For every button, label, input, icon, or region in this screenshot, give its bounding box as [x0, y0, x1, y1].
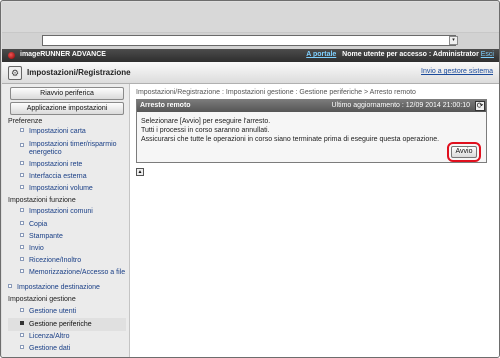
bullet-icon	[20, 221, 24, 225]
bullet-icon	[20, 308, 24, 312]
page-title: Impostazioni/Registrazione	[27, 68, 131, 77]
sidebar-item-user-management[interactable]: Gestione utenti	[8, 305, 126, 318]
start-button[interactable]: Avvio	[451, 146, 477, 158]
message-line: Selezionare [Avvio] per eseguire l'arres…	[141, 118, 271, 125]
message-line: Tutti i processi in corso saranno annull…	[141, 127, 270, 134]
bullet-icon	[20, 245, 24, 249]
portal-link[interactable]: A portale	[306, 51, 336, 58]
address-bar-row: ▾	[2, 33, 499, 49]
bullet-icon	[20, 128, 24, 132]
bullet-icon	[20, 185, 24, 189]
logout-link[interactable]: Esci	[481, 51, 494, 58]
bullet-icon	[20, 173, 24, 177]
breadcrumb: Impostazioni/Registrazione : Impostazion…	[136, 89, 416, 96]
login-user-text: Nome utente per accesso : Administrator	[342, 51, 479, 58]
section-preferences: Preferenze	[8, 118, 43, 125]
bullet-icon	[20, 208, 24, 212]
app-header: imageRUNNER ADVANCE A portale Nome utent…	[2, 49, 499, 62]
bullet-icon	[20, 143, 24, 147]
back-to-top-icon[interactable]: ▲	[136, 168, 144, 176]
panel-message: Selezionare [Avvio] per eseguire l'arres…	[141, 117, 439, 144]
remote-shutdown-panel: Arresto remoto Ultimo aggiornamento : 12…	[136, 99, 487, 163]
panel-title: Arresto remoto	[140, 102, 191, 109]
main-content: Impostazioni/Registrazione : Impostazion…	[130, 84, 499, 357]
header-user-area: A portale Nome utente per accesso : Admi…	[306, 51, 494, 58]
sidebar-item-timer-energy[interactable]: Impostazioni timer/risparmio energetico	[8, 139, 126, 157]
restart-device-button[interactable]: Riavvio periferica	[10, 87, 124, 100]
bullet-icon	[20, 345, 24, 349]
sidebar: Riavvio periferica Applicazione impostaz…	[2, 84, 130, 357]
title-bar: ⚙ Impostazioni/Registrazione Invio a ges…	[2, 62, 499, 84]
browser-toolbar	[2, 2, 499, 33]
section-management-settings: Impostazioni gestione	[8, 296, 76, 303]
refresh-icon[interactable]: ⟳	[475, 101, 485, 111]
sidebar-item-paper-settings[interactable]: Impostazioni carta	[8, 125, 126, 138]
bullet-icon	[20, 161, 24, 165]
message-line: Assicurarsi che tutte le operazioni in c…	[141, 136, 440, 143]
panel-header: Arresto remoto Ultimo aggiornamento : 12…	[137, 100, 486, 112]
canon-logo-icon	[8, 52, 15, 59]
apply-settings-button[interactable]: Applicazione impostazioni	[10, 102, 124, 115]
address-dropdown-icon[interactable]: ▾	[449, 36, 458, 45]
product-name: imageRUNNER ADVANCE	[20, 51, 106, 58]
bullet-icon	[20, 269, 24, 273]
sidebar-item-destination-settings[interactable]: Impostazione destinazione	[8, 281, 126, 294]
bullet-icon	[8, 284, 12, 288]
bullet-icon	[20, 257, 24, 261]
address-input[interactable]	[42, 35, 456, 46]
browser-window: ▾ imageRUNNER ADVANCE A portale Nome ute…	[0, 0, 500, 358]
sidebar-item-storage-access[interactable]: Memorizzazione/Accesso a file	[8, 266, 126, 279]
sidebar-item-common-settings[interactable]: Impostazioni comuni	[8, 205, 126, 218]
bullet-icon	[20, 321, 24, 325]
last-updated-text: Ultimo aggiornamento : 12/09 2014 21:00:…	[331, 102, 470, 109]
section-function-settings: Impostazioni funzione	[8, 197, 76, 204]
system-manager-link[interactable]: Invio a gestore sistema	[421, 68, 493, 75]
settings-icon: ⚙	[8, 66, 22, 80]
sidebar-item-data-management[interactable]: Gestione dati	[8, 342, 126, 355]
sidebar-item-volume[interactable]: Impostazioni volume	[8, 182, 126, 195]
bullet-icon	[20, 233, 24, 237]
bullet-icon	[20, 333, 24, 337]
